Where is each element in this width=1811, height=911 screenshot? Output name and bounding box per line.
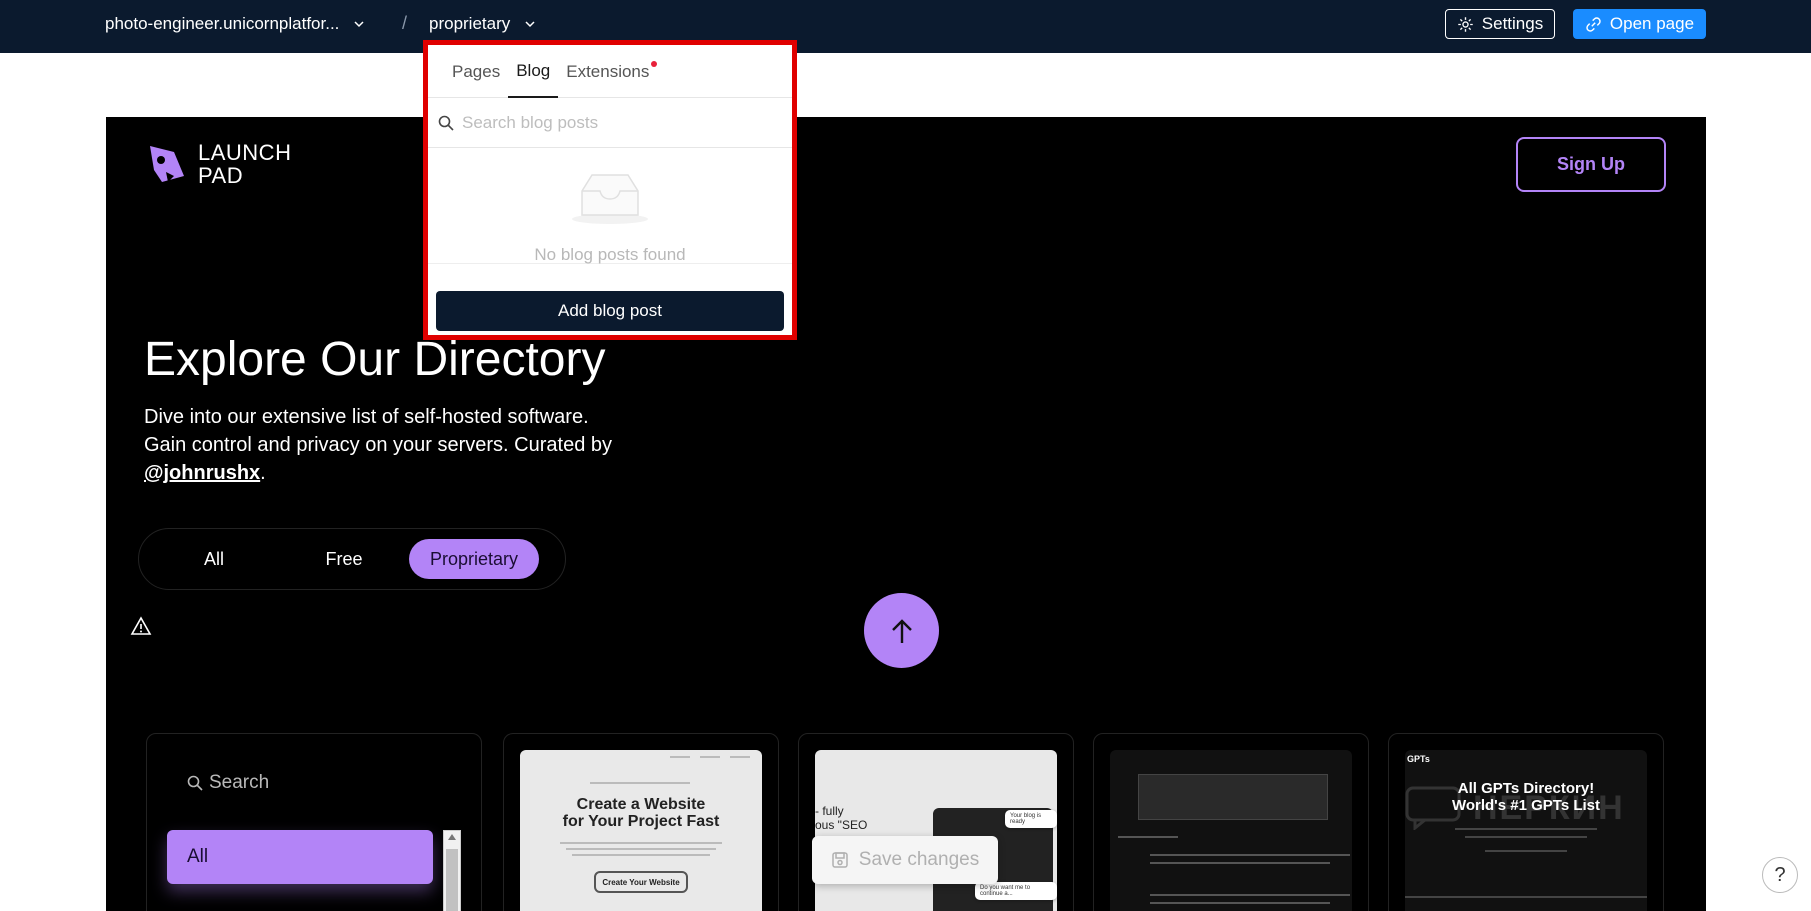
thumbnail-text-line	[572, 854, 710, 856]
add-blog-post-button[interactable]: Add blog post	[436, 291, 784, 331]
site-selector[interactable]: photo-engineer.unicornplatfor...	[105, 14, 365, 34]
thumbnail-text-line	[1118, 836, 1178, 838]
search-icon	[187, 775, 203, 791]
save-icon	[832, 852, 848, 868]
chat-bubble: Do you want me to continue a...	[975, 882, 1057, 900]
warning-icon	[130, 616, 152, 635]
category-all[interactable]: All	[167, 830, 433, 884]
filter-free[interactable]: Free	[279, 539, 409, 579]
thumbnail-text-line	[1465, 836, 1587, 838]
sign-up-button[interactable]: Sign Up	[1516, 137, 1666, 192]
scrollbar-thumb[interactable]	[446, 849, 458, 911]
chat-icon	[1405, 786, 1461, 830]
directory-card[interactable]: Create a Website for Your Project Fast C…	[503, 733, 779, 911]
open-page-label: Open page	[1609, 14, 1695, 33]
dropdown-tabs: Pages Blog Extensions	[428, 45, 792, 98]
save-changes-button[interactable]: Save changes	[812, 836, 998, 884]
tab-extensions[interactable]: Extensions	[558, 45, 658, 98]
thumbnail-text-line	[560, 842, 722, 844]
card-cta-button: Create Your Website	[594, 871, 688, 893]
site-name: photo-engineer.unicornplatfor...	[105, 14, 340, 33]
open-page-button[interactable]: Open page	[1573, 9, 1706, 39]
gear-icon	[1458, 16, 1473, 32]
tab-pages[interactable]: Pages	[444, 45, 508, 98]
editor-topbar: photo-engineer.unicornplatfor... / propr…	[0, 0, 1811, 53]
card-headline: - fully ous "SEO	[815, 804, 868, 832]
author-link[interactable]: @johnrushx	[144, 462, 260, 484]
thumbnail-text-line	[1405, 896, 1647, 898]
sidebar-search[interactable]: Search	[187, 772, 269, 794]
blog-search	[428, 98, 792, 148]
directory-card[interactable]	[1093, 733, 1369, 911]
notification-dot	[651, 61, 658, 67]
card-headline: Create a Website for Your Project Fast	[562, 796, 720, 830]
thumbnail-nav-line	[730, 756, 750, 758]
site-logo[interactable]: LAUNCH PAD	[144, 141, 291, 187]
page-name: proprietary	[429, 14, 511, 33]
thumbnail-text-line	[1485, 850, 1567, 852]
search-icon	[438, 115, 454, 131]
filter-proprietary[interactable]: Proprietary	[409, 539, 539, 579]
thumbnail-nav-line	[700, 756, 720, 758]
logo-text: LAUNCH PAD	[198, 140, 292, 188]
card-thumbnail	[1110, 750, 1352, 911]
breadcrumb-separator: /	[402, 13, 408, 33]
rocket-icon	[150, 146, 184, 182]
thumbnail-text-line	[590, 782, 690, 784]
arrow-up-icon	[891, 618, 912, 643]
empty-inbox-icon	[572, 174, 648, 224]
hero-description: Dive into our extensive list of self-hos…	[144, 406, 612, 484]
sidebar-search-label: Search	[209, 772, 270, 793]
scroll-up-arrow-icon[interactable]	[448, 834, 456, 840]
card-thumbnail: Create a Website for Your Project Fast C…	[520, 750, 762, 911]
sidebar-scrollbar[interactable]	[443, 830, 461, 911]
thumbnail-nav-line	[670, 756, 690, 758]
save-changes-label: Save changes	[858, 849, 980, 870]
filter-tabs: All Free Proprietary	[138, 528, 566, 590]
link-icon	[1586, 16, 1601, 32]
empty-message: No blog posts found	[534, 245, 686, 264]
settings-button[interactable]: Settings	[1445, 9, 1555, 39]
pages-blog-dropdown: Pages Blog Extensions No blog posts foun…	[423, 40, 797, 340]
empty-state: No blog posts found	[428, 149, 792, 264]
chat-bubble: Your blog is ready	[1005, 810, 1057, 828]
blog-search-input[interactable]	[462, 112, 762, 133]
settings-label: Settings	[1481, 14, 1544, 33]
chevron-down-icon	[525, 21, 535, 28]
card-brand: GPTs	[1407, 754, 1430, 764]
thumbnail-text-line	[1150, 854, 1350, 856]
thumbnail-text-line	[566, 848, 716, 850]
card-thumbnail: GPTs All GPTs Directory! World's #1 GPTs…	[1405, 750, 1647, 911]
card-thumbnail: - fully ous "SEO Your blog is ready Do y…	[815, 750, 1057, 911]
page-selector[interactable]: proprietary	[429, 14, 536, 34]
help-button[interactable]: ?	[1762, 857, 1798, 893]
thumbnail-text-line	[1150, 862, 1330, 864]
tab-blog[interactable]: Blog	[508, 45, 559, 98]
thumbnail-text-line	[1150, 902, 1330, 904]
thumbnail-panel	[1138, 774, 1328, 820]
scroll-to-top-button[interactable]	[864, 593, 939, 668]
chevron-down-icon	[354, 21, 364, 28]
filter-all[interactable]: All	[149, 539, 279, 579]
hero-title: Explore Our Directory	[144, 333, 606, 386]
watermark: НЕРКИН	[1405, 786, 1625, 830]
thumbnail-text-line	[1150, 894, 1350, 896]
category-sidebar: Search All	[146, 733, 482, 911]
directory-card[interactable]: - fully ous "SEO Your blog is ready Do y…	[798, 733, 1074, 911]
